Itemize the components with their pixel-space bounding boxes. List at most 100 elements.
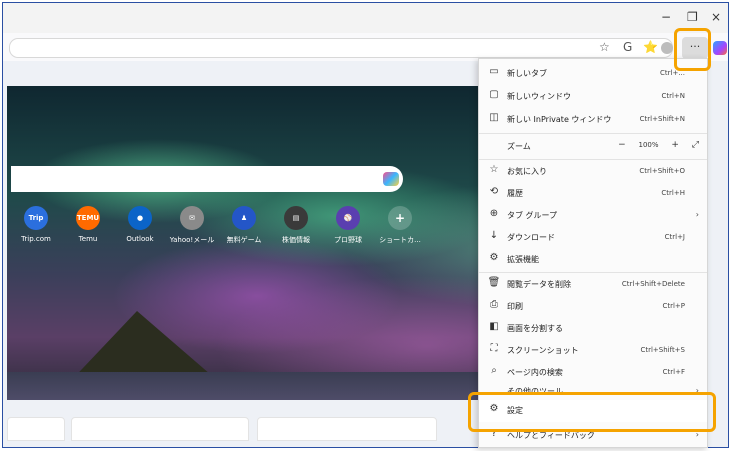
menu-item-screenshot[interactable]: ⛶ スクリーンショット Ctrl+Shift+S: [479, 340, 707, 362]
download-icon: ↓: [489, 230, 499, 241]
menu-item-label: タブ グループ: [507, 211, 558, 220]
find-icon: ⌕: [491, 365, 497, 376]
tile-label: ショートカ...: [379, 236, 421, 244]
quick-link-tile[interactable]: TEMU Temu: [63, 206, 113, 243]
menu-item-label: 印刷: [507, 302, 523, 311]
menu-item-shortcut: Ctrl+Shift+S: [640, 346, 685, 354]
menu-item-label: 新しいウィンドウ: [507, 92, 571, 101]
restore-button[interactable]: ❐: [687, 10, 698, 24]
search-box[interactable]: [11, 166, 403, 192]
menu-item-label: 新しいタブ: [507, 69, 547, 78]
tile-label: Trip.com: [21, 235, 51, 243]
more-button-highlight: [674, 28, 711, 71]
menu-item-label: ズーム: [507, 142, 531, 151]
quick-link-tile[interactable]: ♟ 無料ゲーム: [219, 206, 269, 245]
menu-item-shortcut: Ctrl+N: [661, 92, 685, 100]
menu-item-shortcut: Ctrl+H: [661, 189, 685, 197]
minimize-button[interactable]: −: [661, 10, 671, 24]
tile-label: 株価情報: [282, 236, 310, 244]
menu-divider: [479, 272, 707, 273]
quick-link-tile[interactable]: Trip Trip.com: [11, 206, 61, 243]
menu-item-print[interactable]: ⎙ 印刷 Ctrl+P: [479, 296, 707, 318]
menu-item-shortcut: Ctrl+P: [662, 302, 685, 310]
zoom-controls: − 100% + ⤢: [608, 140, 699, 150]
tile-icon: Trip: [24, 206, 48, 230]
menu-item-shortcut: Ctrl+F: [662, 368, 685, 376]
menu-item-label: スクリーンショット: [507, 346, 579, 355]
add-shortcut-tile[interactable]: + ショートカ...: [375, 206, 425, 245]
menu-item-inprivate[interactable]: ◫ 新しい InPrivate ウィンドウ Ctrl+Shift+N: [479, 109, 707, 131]
chevron-right-icon: ›: [695, 210, 699, 219]
address-input[interactable]: [9, 38, 673, 58]
avatar[interactable]: [661, 42, 673, 54]
menu-item-shortcut: Ctrl+Shift+Delete: [621, 280, 685, 288]
quick-link-tile[interactable]: ✉ Yahoo!メール: [167, 206, 217, 245]
menu-item-clear-browsing-data[interactable]: 🗑 閲覧データを削除 Ctrl+Shift+Delete: [479, 274, 707, 296]
favorites-icon[interactable]: ⭐: [643, 40, 658, 54]
menu-item-label: 履歴: [507, 189, 523, 198]
menu-item-label: お気に入り: [507, 167, 547, 176]
trash-icon: 🗑: [487, 277, 501, 288]
menu-item-label: 新しい InPrivate ウィンドウ: [507, 115, 612, 124]
tile-label: Yahoo!メール: [169, 236, 215, 244]
tile-icon: ✉: [180, 206, 204, 230]
quick-links: Trip Trip.com TEMU Temu ● Outlook ✉ Yaho…: [11, 206, 431, 258]
menu-divider: [479, 159, 707, 160]
extensions-icon: ⚙: [489, 252, 499, 263]
settings-highlight: [468, 392, 716, 432]
menu-item-label: 拡張機能: [507, 255, 539, 264]
plus-icon: +: [388, 206, 412, 230]
menu-item-zoom: ズーム − 100% + ⤢: [479, 136, 707, 158]
split-screen-icon: ◧: [489, 321, 499, 332]
refresh-icon[interactable]: G: [623, 40, 632, 54]
quick-link-tile[interactable]: ▤ 株価情報: [271, 206, 321, 245]
menu-item-new-window[interactable]: ▢ 新しいウィンドウ Ctrl+N: [479, 86, 707, 108]
tab-groups-icon: ⊕: [489, 208, 499, 219]
menu-item-split-screen[interactable]: ◧ 画面を分割する: [479, 318, 707, 340]
favorites-icon: ☆: [489, 164, 499, 175]
tile-label: Outlook: [126, 235, 154, 243]
quick-link-tile[interactable]: ⚾ プロ野球: [323, 206, 373, 245]
menu-item-new-tab[interactable]: ▭ 新しいタブ Ctrl+...: [479, 63, 707, 85]
menu-item-tab-groups[interactable]: ⊕ タブ グループ ›: [479, 205, 707, 227]
favorite-star-icon[interactable]: ☆: [599, 40, 610, 54]
zoom-out-button[interactable]: −: [618, 140, 626, 150]
menu-item-history[interactable]: ⟲ 履歴 Ctrl+H: [479, 183, 707, 205]
menu-divider: [479, 133, 707, 134]
zoom-level: 100%: [638, 141, 659, 149]
settings-and-more-menu: ▭ 新しいタブ Ctrl+... ▢ 新しいウィンドウ Ctrl+N ◫ 新しい…: [478, 58, 708, 448]
title-bar: − ❐ ×: [3, 3, 728, 33]
history-icon: ⟲: [489, 186, 499, 197]
menu-item-extensions[interactable]: ⚙ 拡張機能: [479, 249, 707, 271]
tile-icon: ▤: [284, 206, 308, 230]
menu-item-label: ページ内の検索: [507, 368, 563, 377]
copilot-icon[interactable]: [713, 41, 727, 55]
new-window-icon: ▢: [489, 89, 499, 100]
quick-link-tile[interactable]: ● Outlook: [115, 206, 165, 243]
close-button[interactable]: ×: [711, 10, 721, 24]
tile-icon: TEMU: [76, 206, 100, 230]
feed-card[interactable]: [7, 417, 65, 441]
screenshot-icon: ⛶: [490, 343, 498, 354]
tile-label: Temu: [78, 235, 98, 243]
menu-item-favorites[interactable]: ☆ お気に入り Ctrl+Shift+O: [479, 161, 707, 183]
new-tab-icon: ▭: [489, 66, 499, 77]
zoom-in-button[interactable]: +: [671, 140, 679, 150]
fullscreen-icon[interactable]: ⤢: [692, 140, 699, 150]
menu-item-label: ダウンロード: [507, 233, 555, 242]
tile-label: 無料ゲーム: [226, 236, 262, 244]
menu-item-label: 閲覧データを削除: [507, 280, 571, 289]
inprivate-icon: ◫: [489, 112, 499, 123]
feed-card[interactable]: [257, 417, 437, 441]
tile-icon: ♟: [232, 206, 256, 230]
tile-label: プロ野球: [334, 236, 362, 244]
tile-icon: ⚾: [336, 206, 360, 230]
print-icon: ⎙: [490, 299, 498, 310]
tile-icon: ●: [128, 206, 152, 230]
menu-item-downloads[interactable]: ↓ ダウンロード Ctrl+J: [479, 227, 707, 249]
menu-item-shortcut: Ctrl+J: [664, 233, 685, 241]
search-logo-icon: [383, 172, 399, 186]
menu-item-label: 画面を分割する: [507, 324, 563, 333]
menu-item-shortcut: Ctrl+Shift+N: [639, 115, 685, 123]
feed-card[interactable]: [71, 417, 249, 441]
